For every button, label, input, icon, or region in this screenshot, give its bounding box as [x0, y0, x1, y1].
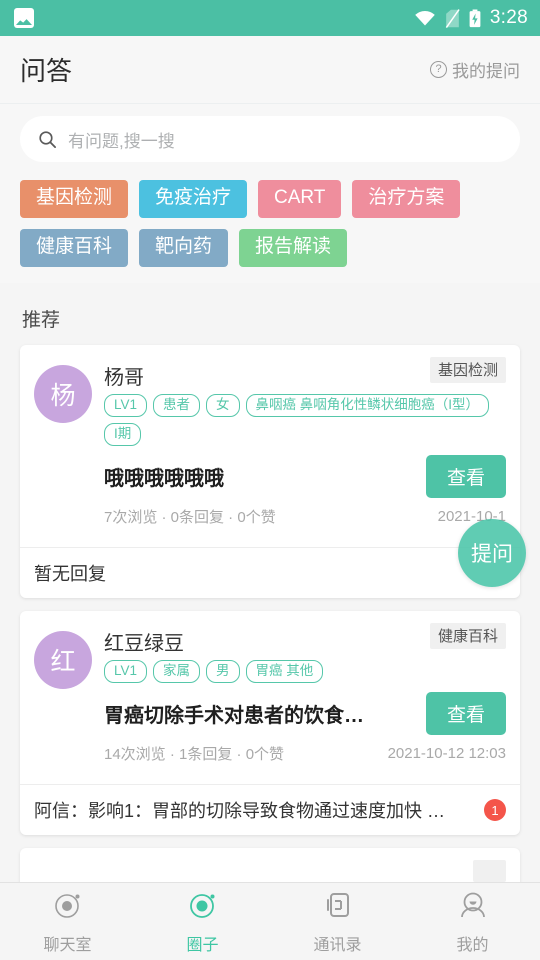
search-placeholder: 有问题,搜一搜	[68, 131, 175, 151]
my-questions-link[interactable]: ? 我的提问	[430, 57, 520, 82]
battery-charging-icon	[469, 9, 481, 27]
user-tag: LV1	[104, 393, 148, 417]
ask-question-fab[interactable]: 提问	[458, 519, 526, 587]
reply-preview: 暂无回复	[34, 564, 106, 585]
hot-tag-2[interactable]: CART	[258, 180, 342, 218]
user-tag: 男	[206, 660, 240, 684]
search-input[interactable]: 有问题,搜一搜	[20, 116, 520, 162]
section-title: 推荐	[22, 309, 61, 331]
question-stats: 14次浏览 · 1条回复 · 0个赞	[104, 746, 285, 764]
hot-tag-1[interactable]: 免疫治疗	[139, 180, 248, 218]
page-title: 问答	[20, 56, 73, 86]
category-badge	[473, 860, 506, 883]
bottom-navigation: 聊天室 圈子 通讯录 我的	[0, 882, 540, 960]
nav-item-3[interactable]: 我的	[405, 889, 540, 955]
user-tag: 胃癌 其他	[245, 660, 324, 684]
nav-item-label: 通讯录	[313, 936, 362, 954]
hot-tag-3[interactable]: 治疗方案	[352, 180, 461, 218]
person-icon	[457, 889, 489, 926]
nav-item-1[interactable]: 圈子	[135, 889, 270, 955]
status-bar-right: 3:28	[414, 7, 528, 29]
avatar[interactable]: 红	[34, 631, 92, 690]
status-bar-left	[14, 8, 34, 28]
hot-tag-6[interactable]: 报告解读	[239, 228, 348, 267]
status-bar: 3:28	[0, 0, 540, 36]
search-icon	[39, 130, 57, 148]
avatar[interactable]: 杨	[34, 364, 92, 423]
view-button[interactable]: 查看	[425, 455, 506, 499]
user-tag-list: LV1 家属男胃癌 其他	[104, 660, 506, 684]
question-feed: 基因检测杨杨哥 LV1 患者女鼻咽癌 鼻咽角化性鳞状细胞癌（I型） I期 哦哦哦哦哦哦查…	[0, 344, 540, 889]
hot-tag-4[interactable]: 健康百科	[20, 228, 129, 267]
view-button[interactable]: 查看	[425, 692, 506, 736]
app-root: 3:28 问答 ? 我的提问 有问题,搜一搜 基因检测 免疫治疗 CART 治疗方案健…	[0, 0, 540, 960]
reply-row[interactable]: 暂无回复	[20, 547, 520, 598]
search-section: 有问题,搜一搜 基因检测 免疫治疗 CART 治疗方案健康百科 靶向药 报告解读	[0, 104, 540, 283]
user-tag: I期	[104, 423, 142, 447]
hot-tag-0[interactable]: 基因检测	[20, 180, 129, 218]
my-questions-label: 我的提问	[452, 62, 520, 81]
reply-count-badge: 1	[484, 799, 506, 822]
app-bar: 问答 ? 我的提问	[0, 36, 540, 104]
reply-preview: 阿信：影响1：胃部的切除导致食物通过速度加快 …	[34, 801, 446, 822]
category-badge: 健康百科	[429, 623, 506, 650]
question-stats: 7次浏览 · 0条回复 · 0个赞	[104, 509, 276, 527]
category-badge: 基因检测	[429, 356, 506, 383]
nav-item-label: 我的	[456, 936, 489, 954]
nav-item-2[interactable]: 通讯录	[270, 889, 405, 955]
nav-item-label: 聊天室	[43, 936, 92, 954]
ask-question-label: 提问	[471, 543, 513, 566]
status-bar-clock: 3:28	[489, 7, 528, 28]
user-tag: 家属	[153, 660, 201, 684]
wifi-icon	[415, 10, 435, 26]
question-title[interactable]: 哦哦哦哦哦哦	[104, 462, 416, 491]
user-tag: 鼻咽癌 鼻咽角化性鳞状细胞癌（I型）	[245, 393, 490, 417]
user-tag: 女	[206, 393, 240, 417]
user-tag-list: LV1 患者女鼻咽癌 鼻咽角化性鳞状细胞癌（I型） I期	[104, 393, 506, 447]
sim-card-off-icon	[445, 8, 460, 28]
chatroom-orbit-icon	[52, 889, 84, 926]
user-tag: LV1	[104, 660, 148, 684]
nav-item-0[interactable]: 聊天室	[0, 889, 135, 955]
question-card[interactable]: 健康百科红红豆绿豆 LV1 家属男胃癌 其他 胃癌切除手术对患者的饮食… 查看 14次浏览…	[20, 611, 520, 836]
reply-row[interactable]: 阿信：影响1：胃部的切除导致食物通过速度加快 … 1	[20, 784, 520, 835]
photo-icon	[14, 8, 34, 28]
question-circle-icon: ?	[430, 61, 447, 78]
question-date: 2021-10-12 12:03	[387, 745, 506, 763]
question-title[interactable]: 胃癌切除手术对患者的饮食…	[104, 699, 416, 728]
hot-tag-list: 基因检测 免疫治疗 CART 治疗方案健康百科 靶向药 报告解读	[20, 180, 520, 267]
contacts-icon	[322, 889, 354, 926]
user-tag: 患者	[153, 393, 201, 417]
question-card[interactable]: 基因检测杨杨哥 LV1 患者女鼻咽癌 鼻咽角化性鳞状细胞癌（I型） I期 哦哦哦哦哦哦查…	[20, 344, 520, 599]
hot-tag-5[interactable]: 靶向药	[139, 228, 229, 267]
circle-orbit-icon	[187, 889, 219, 926]
nav-item-label: 圈子	[186, 936, 219, 954]
